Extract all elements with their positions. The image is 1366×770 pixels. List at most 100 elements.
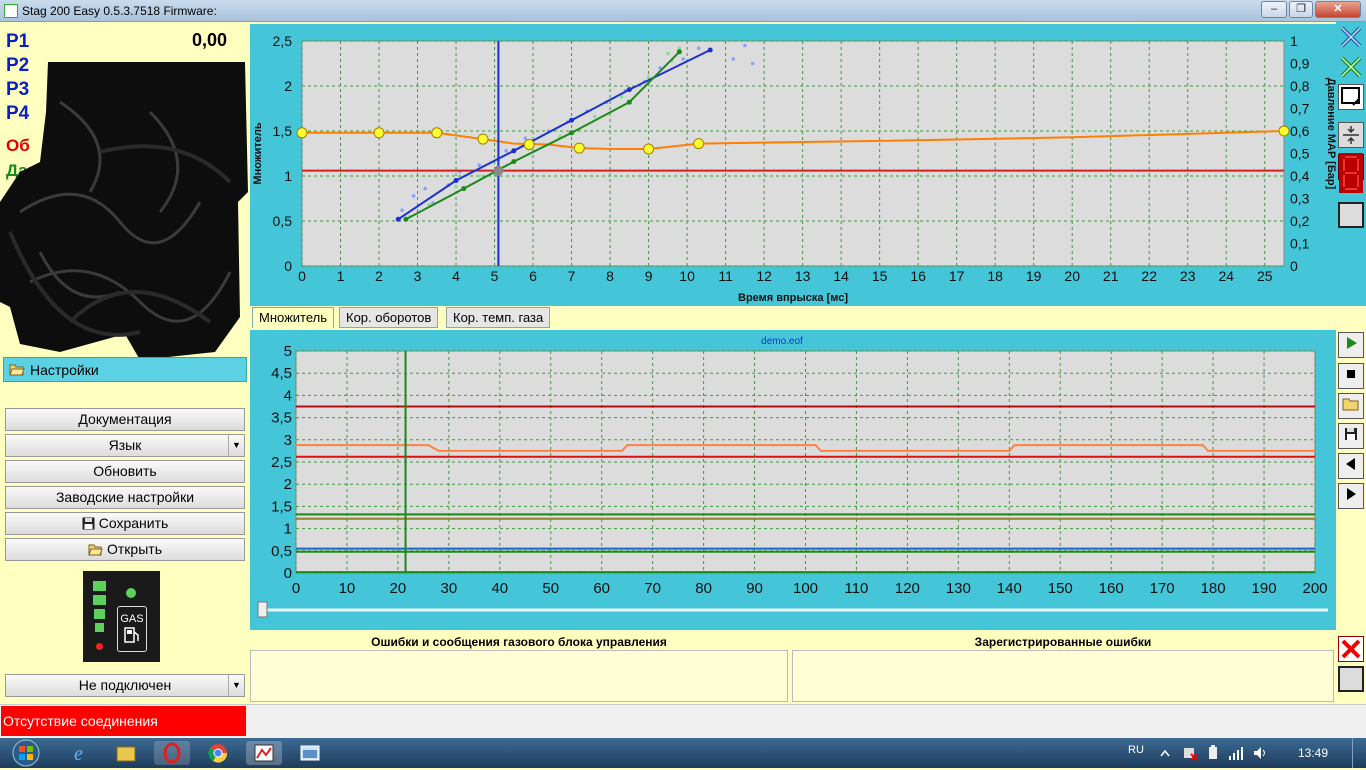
y2-tick-label: 1 [1290, 33, 1298, 49]
open-button[interactable]: Открыть [5, 538, 245, 561]
oscilloscope-chart[interactable]: demo.eof0 10 20 30 40 50 60 70 80 90 100 110 120 130 1… [250, 330, 1336, 630]
x-tick-label: 9 [645, 268, 653, 284]
y2-tick-label: 0,9 [1290, 56, 1310, 72]
opera-icon[interactable] [154, 741, 190, 765]
window-app-icon[interactable] [292, 741, 328, 765]
step-back-icon[interactable] [1338, 453, 1364, 479]
close-button[interactable]: ✕ [1315, 1, 1361, 18]
save-button[interactable]: Сохранить [5, 512, 245, 535]
floppy-disk-icon[interactable] [1338, 423, 1364, 449]
series-point [707, 47, 713, 53]
tab-rpm-correction[interactable]: Кор. оборотов [339, 307, 439, 328]
tab-gas-temp-correction[interactable]: Кор. темп. газа [446, 307, 551, 328]
x-tick-label: 110 [844, 580, 868, 597]
x-tick-label: 2 [375, 268, 383, 284]
gas-reserve-led [96, 643, 103, 650]
show-desktop-button[interactable] [1352, 738, 1366, 768]
map-point-marker [296, 127, 308, 139]
series-point [511, 159, 517, 165]
chevron-down-icon[interactable]: ▼ [228, 435, 244, 456]
y-tick-label: 2 [284, 78, 292, 94]
language-indicator[interactable]: RU [1128, 744, 1144, 756]
chrome-icon[interactable] [200, 741, 236, 765]
gas-status-led [126, 588, 136, 598]
tab-multiplier[interactable]: Множитель [252, 307, 335, 328]
y2-tick-label: 0,3 [1290, 191, 1310, 207]
x-tick-label: 15 [872, 268, 888, 284]
cancel-icon[interactable] [1338, 24, 1364, 50]
y-tick-label: 3,5 [271, 410, 292, 427]
x-tick-label: 10 [339, 580, 356, 597]
accept-icon[interactable] [1338, 54, 1364, 80]
timeline-slider-handle[interactable] [257, 601, 268, 618]
x-tick-label: 18 [987, 268, 1003, 284]
select-area-icon[interactable] [1338, 84, 1364, 110]
redaction-scribble [0, 62, 248, 360]
x-tick-label: 16 [910, 268, 926, 284]
refresh-button[interactable]: Обновить [5, 460, 245, 483]
start-button[interactable] [6, 739, 46, 767]
action-center-icon[interactable] [1182, 745, 1198, 761]
scatter-point [477, 163, 481, 167]
y-tick-label: 1 [284, 521, 292, 538]
y2-tick-label: 0,4 [1290, 168, 1310, 184]
explorer-icon[interactable] [108, 741, 144, 765]
y2-tick-label: 0,8 [1290, 78, 1310, 94]
gas-switch-button[interactable]: GAS [117, 606, 147, 652]
clear-errors-icon[interactable] [1338, 636, 1364, 662]
minimize-button[interactable]: ‒ [1261, 1, 1287, 18]
ecu-errors-list[interactable] [250, 650, 788, 702]
y2-tick-label: 0,5 [1290, 146, 1310, 162]
chevron-down-icon[interactable]: ▼ [228, 675, 244, 696]
registered-errors-list[interactable] [792, 650, 1334, 702]
x-tick-label: 130 [946, 580, 971, 597]
y2-tick-label: 0 [1290, 258, 1298, 274]
settings-label: Настройки [30, 362, 99, 378]
scatter-point [681, 57, 686, 61]
y-tick-label: 2,5 [273, 33, 293, 49]
y-tick-label: 3 [284, 432, 292, 449]
power-icon[interactable] [1205, 745, 1221, 761]
stop-icon[interactable] [1338, 363, 1364, 389]
scatter-point [411, 194, 416, 198]
series-point [569, 117, 575, 123]
y2-tick-label: 0,6 [1290, 123, 1310, 139]
connection-dropdown[interactable]: Не подключен ▼ [5, 674, 245, 697]
settings-section[interactable]: Настройки [3, 357, 247, 382]
x-tick-label: 140 [997, 580, 1022, 597]
gas-level-bar-2 [93, 595, 106, 605]
map-point-marker [431, 127, 443, 139]
x-tick-label: 11 [718, 268, 733, 284]
blank-button[interactable] [1338, 202, 1364, 228]
x-tick-label: 1 [337, 268, 345, 284]
blank-button[interactable] [1338, 666, 1364, 692]
x-tick-label: 12 [756, 268, 772, 284]
y2-axis-label: Давление MAP [Бар] [1325, 78, 1336, 190]
clock[interactable]: 13:49 [1298, 746, 1328, 760]
multiplier-chart[interactable]: 0 1 2 3 4 5 6 7 8 9 10 11 12 13 14 15 16 17 18 19 20 21 22 23 24… [250, 24, 1337, 306]
volume-icon[interactable] [1252, 745, 1268, 761]
y-tick-label: 4 [284, 387, 292, 404]
x-tick-label: 19 [1026, 268, 1042, 284]
maximize-button[interactable]: ❐ [1289, 1, 1313, 18]
internet-explorer-icon[interactable]: e [62, 741, 98, 765]
connection-dropdown-label: Не подключен [78, 677, 172, 693]
step-forward-icon[interactable] [1338, 483, 1364, 509]
stag-app-icon[interactable] [246, 741, 282, 765]
x-tick-label: 190 [1252, 580, 1277, 597]
language-dropdown[interactable]: Язык ▼ [5, 434, 245, 457]
x-tick-label: 80 [695, 580, 712, 597]
scatter-point [400, 208, 404, 212]
scatter-point [423, 186, 428, 191]
tray-arrow-icon[interactable] [1158, 746, 1172, 760]
factory-settings-button[interactable]: Заводские настройки [5, 486, 245, 509]
ecu-errors-title: Ошибки и сообщения газового блока управл… [371, 635, 667, 649]
y2-tick-label: 0,2 [1290, 213, 1310, 229]
documentation-button[interactable]: Документация [5, 408, 245, 431]
x-tick-label: 150 [1048, 580, 1073, 597]
svg-text:e: e [74, 743, 83, 765]
compress-icon[interactable] [1338, 122, 1364, 148]
play-icon[interactable] [1338, 332, 1364, 358]
folder-open-icon[interactable] [1338, 393, 1364, 419]
signal-icon[interactable] [1228, 745, 1244, 761]
